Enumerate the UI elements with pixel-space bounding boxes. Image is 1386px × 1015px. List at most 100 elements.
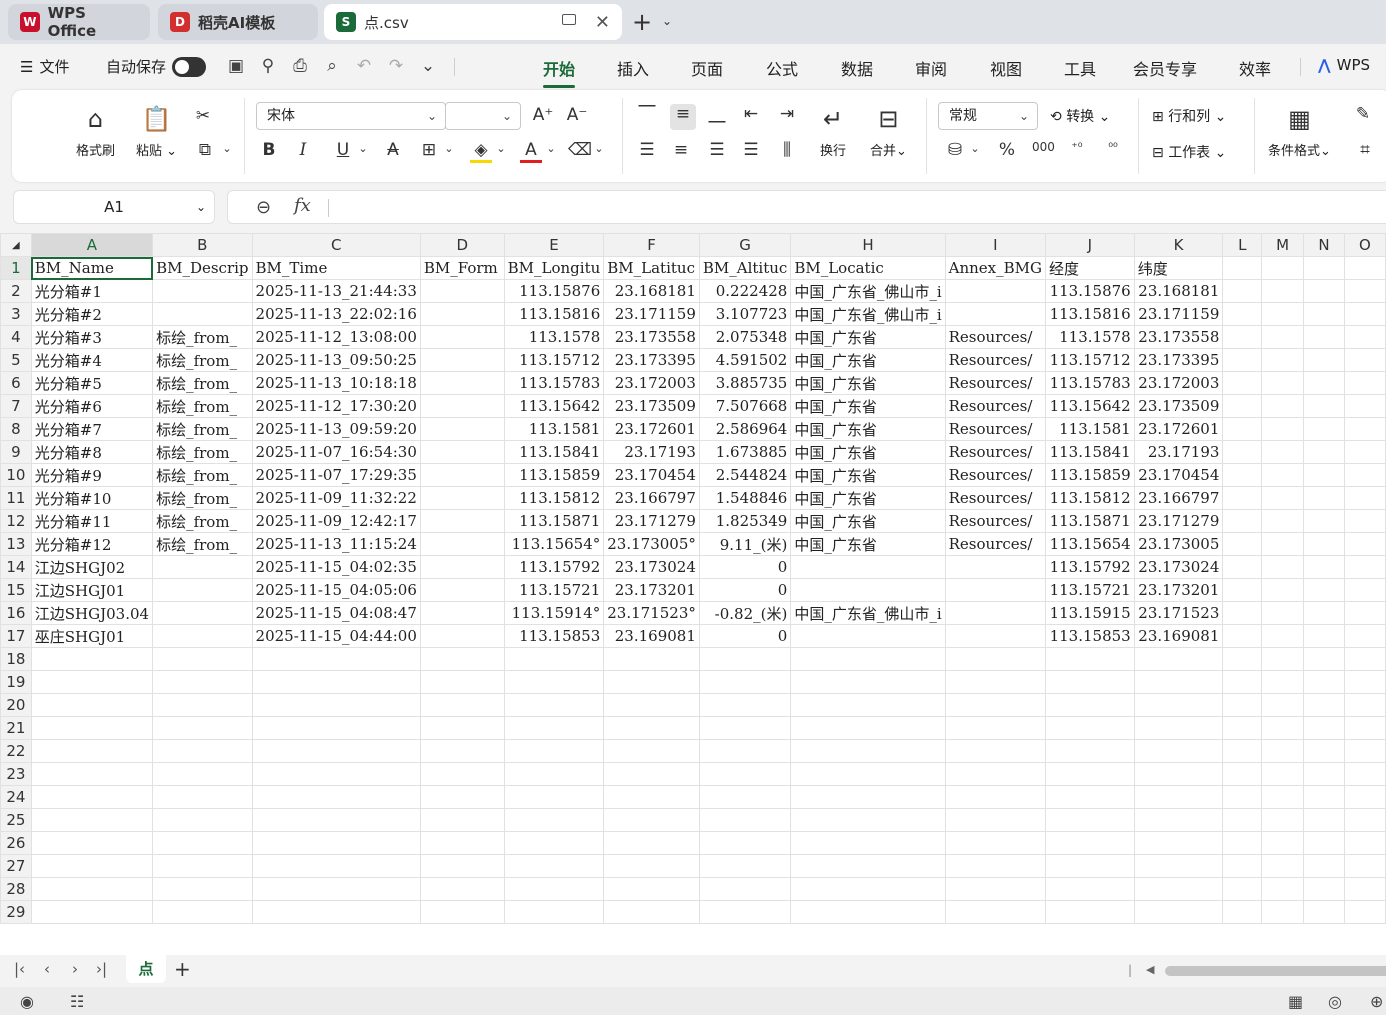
- cell[interactable]: 113.1578: [1045, 325, 1135, 349]
- cell[interactable]: Resources/: [944, 417, 1047, 441]
- cell[interactable]: [790, 693, 946, 717]
- cell[interactable]: [698, 785, 792, 809]
- cell[interactable]: 113.1581: [503, 417, 605, 441]
- cell[interactable]: [944, 624, 1047, 648]
- cell[interactable]: [1045, 785, 1135, 809]
- cell[interactable]: [1303, 486, 1345, 510]
- cell[interactable]: [30, 739, 154, 763]
- file-menu-button[interactable]: ☰ 文件: [20, 56, 69, 77]
- cell[interactable]: 纬度: [1133, 256, 1224, 280]
- save-icon[interactable]: ▣: [226, 56, 246, 76]
- cell[interactable]: [251, 670, 421, 694]
- cell[interactable]: [1133, 762, 1224, 786]
- print-icon[interactable]: ⎙: [290, 56, 310, 76]
- currency-icon[interactable]: ⛁: [944, 140, 966, 160]
- cell[interactable]: [698, 647, 792, 671]
- first-sheet-icon[interactable]: |‹: [14, 960, 25, 978]
- cell[interactable]: [944, 601, 1047, 625]
- cell[interactable]: [1261, 279, 1305, 303]
- cell[interactable]: [419, 578, 505, 602]
- tab-csv-file[interactable]: S 点.csv ✕: [324, 4, 622, 40]
- cell[interactable]: [1261, 854, 1305, 878]
- cell[interactable]: Resources/: [944, 509, 1047, 533]
- name-box[interactable]: A1 ⌄: [13, 190, 215, 224]
- font-color-icon[interactable]: A: [520, 140, 542, 163]
- sheet-view-icon[interactable]: ☷: [70, 992, 84, 1011]
- eye-protection-icon[interactable]: ◎: [1328, 992, 1342, 1011]
- cell[interactable]: [1045, 808, 1135, 832]
- cell[interactable]: [698, 877, 792, 901]
- cell[interactable]: 中国_广东省_佛山市_i: [790, 601, 946, 625]
- cell[interactable]: [419, 785, 505, 809]
- cell[interactable]: [1045, 854, 1135, 878]
- cell[interactable]: [944, 739, 1047, 763]
- cell[interactable]: 0: [698, 555, 792, 579]
- toggle-switch[interactable]: [172, 56, 207, 77]
- cell[interactable]: [419, 463, 505, 487]
- cell[interactable]: [1261, 900, 1305, 924]
- cell[interactable]: Resources/: [944, 532, 1047, 556]
- cell[interactable]: [419, 555, 505, 579]
- row-header[interactable]: 2: [0, 279, 32, 303]
- cell[interactable]: [251, 877, 421, 901]
- align-top-icon[interactable]: ⎺: [636, 104, 658, 124]
- cell[interactable]: [419, 762, 505, 786]
- cell[interactable]: 光分箱#11: [30, 509, 154, 533]
- column-header[interactable]: C: [251, 233, 421, 257]
- cell[interactable]: BM_Time: [251, 256, 421, 280]
- cell[interactable]: 113.15721: [1045, 578, 1135, 602]
- scissors-icon[interactable]: ✂: [192, 106, 214, 126]
- cell[interactable]: 23.171159: [1133, 302, 1224, 326]
- cell[interactable]: [790, 578, 946, 602]
- cell[interactable]: 23.166797: [1133, 486, 1224, 510]
- cell[interactable]: BM_Longitu: [503, 256, 605, 280]
- cell[interactable]: [944, 854, 1047, 878]
- cell[interactable]: 23.173005°: [603, 532, 700, 556]
- chevron-down-icon[interactable]: ⌄: [438, 142, 460, 155]
- cell[interactable]: 2025-11-07_17:29:35: [251, 463, 421, 487]
- cell[interactable]: [1045, 877, 1135, 901]
- cell[interactable]: [603, 716, 700, 740]
- cell[interactable]: [603, 831, 700, 855]
- chevron-down-icon[interactable]: ⌄: [662, 14, 672, 28]
- cell[interactable]: [1222, 555, 1263, 579]
- cell[interactable]: [944, 693, 1047, 717]
- cell[interactable]: [503, 808, 605, 832]
- cell[interactable]: [790, 670, 946, 694]
- cell[interactable]: [152, 785, 253, 809]
- cell[interactable]: [1261, 302, 1305, 326]
- cell[interactable]: 光分箱#6: [30, 394, 154, 418]
- cell[interactable]: 标绘_from_: [152, 417, 253, 441]
- cell[interactable]: [251, 693, 421, 717]
- cell[interactable]: [1343, 325, 1386, 349]
- cell[interactable]: [1343, 532, 1386, 556]
- strikethrough-icon[interactable]: A: [382, 140, 404, 160]
- cell[interactable]: [1261, 716, 1305, 740]
- row-header[interactable]: 9: [0, 440, 32, 464]
- cell[interactable]: [1133, 739, 1224, 763]
- cell[interactable]: 23.171523: [1133, 601, 1224, 625]
- cell[interactable]: [503, 762, 605, 786]
- cell[interactable]: BM_Name: [30, 256, 154, 280]
- cell[interactable]: [1303, 739, 1345, 763]
- font-size-select[interactable]: ⌄: [445, 102, 521, 130]
- cell[interactable]: [419, 325, 505, 349]
- font-name-select[interactable]: 宋体 ⌄: [256, 102, 446, 130]
- cell[interactable]: [1222, 302, 1263, 326]
- decrease-indent-icon[interactable]: ⇤: [740, 104, 762, 124]
- conditional-format-button[interactable]: ▦ 条件格式⌄: [1268, 104, 1331, 159]
- macro-record-icon[interactable]: ◉: [20, 992, 34, 1011]
- cell[interactable]: [1261, 371, 1305, 395]
- increase-indent-icon[interactable]: ⇥: [776, 104, 798, 124]
- cell[interactable]: [30, 900, 154, 924]
- cell[interactable]: [603, 900, 700, 924]
- number-format-select[interactable]: 常规 ⌄: [938, 102, 1038, 130]
- cell[interactable]: 113.15841: [503, 440, 605, 464]
- cell[interactable]: 2025-11-13_09:50:25: [251, 348, 421, 372]
- tab-review[interactable]: 审阅: [915, 56, 947, 80]
- row-header[interactable]: 25: [0, 808, 32, 832]
- cell[interactable]: [1133, 785, 1224, 809]
- cell[interactable]: 23.171279: [1133, 509, 1224, 533]
- cell[interactable]: [251, 900, 421, 924]
- cell[interactable]: [152, 831, 253, 855]
